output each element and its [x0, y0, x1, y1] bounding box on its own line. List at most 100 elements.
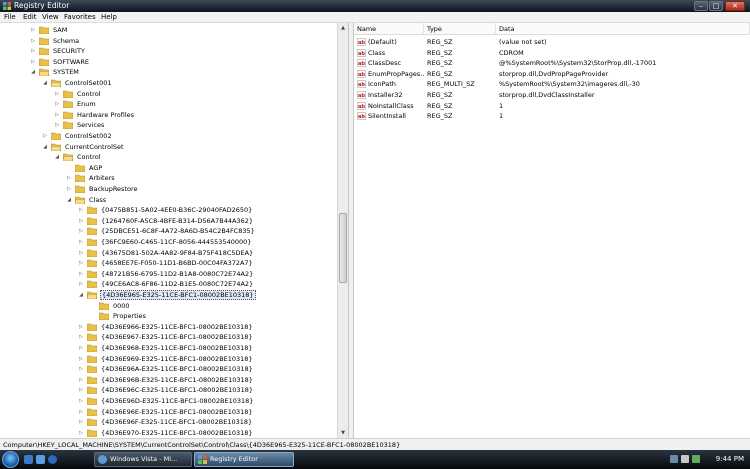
maximize-button[interactable]: □	[709, 1, 723, 11]
collapse-icon[interactable]: ◢	[54, 154, 60, 160]
expand-icon[interactable]: ▷	[30, 48, 36, 54]
tree-scrollbar[interactable]: ▲ ▼	[337, 23, 348, 438]
menu-view[interactable]: View	[42, 13, 59, 22]
expand-icon[interactable]: ▷	[78, 271, 84, 277]
volume-icon[interactable]	[681, 455, 689, 463]
expand-icon[interactable]: ▷	[30, 27, 36, 33]
switch-windows-icon[interactable]	[36, 455, 45, 464]
tree-item-label: Arbiters	[89, 174, 115, 183]
string-value-icon: ab	[357, 101, 366, 110]
value-name: (Default)	[368, 38, 397, 46]
expand-icon[interactable]: ▷	[54, 122, 60, 128]
collapse-icon[interactable]: ◢	[66, 197, 72, 203]
tree-item-label: {4D36E96C-E325-11CE-BFC1-08002BE10318}	[101, 386, 253, 395]
expand-icon[interactable]: ▷	[78, 366, 84, 372]
list-item[interactable]: ab (Default) REG_SZ (value not set)	[354, 37, 750, 47]
ie-icon[interactable]	[48, 455, 57, 464]
expand-icon[interactable]: ▷	[78, 398, 84, 404]
window-title: Registry Editor	[14, 1, 70, 10]
clock[interactable]: 9:44 PM	[716, 455, 744, 464]
expand-icon[interactable]: ▷	[66, 175, 72, 181]
folder-icon	[87, 281, 97, 289]
expand-icon[interactable]: ▷	[54, 101, 60, 107]
expand-icon[interactable]: ▷	[78, 409, 84, 415]
list-item[interactable]: ab NoInstallClass REG_SZ 1	[354, 101, 750, 111]
expand-icon[interactable]: ▷	[78, 419, 84, 425]
regedit-icon	[198, 455, 207, 464]
network-icon[interactable]	[670, 455, 678, 463]
expand-icon[interactable]: ▷	[78, 377, 84, 383]
folder-icon	[39, 47, 49, 56]
value-name: ClassDesc	[368, 59, 402, 68]
expand-icon[interactable]: ▷	[78, 281, 84, 287]
tree-item-label: SAM	[53, 26, 68, 34]
tree-item-label: {43675D81-502A-4A82-9F84-B75F418C5DEA}	[101, 248, 254, 257]
tree-item-label: CurrentControlSet	[65, 142, 124, 151]
tree-item-label: {4D36E96A-E325-11CE-BFC1-08002BE10318}	[101, 365, 253, 374]
security-icon[interactable]	[692, 455, 700, 463]
expand-icon[interactable]: ▷	[54, 91, 60, 97]
column-header-name[interactable]: Name	[354, 23, 424, 35]
taskbar-button-regedit[interactable]: Registry Editor	[194, 452, 294, 467]
tree-item-label: SOFTWARE	[53, 57, 89, 66]
folder-icon	[39, 58, 49, 66]
expand-icon[interactable]: ▷	[78, 387, 84, 393]
show-desktop-icon[interactable]	[24, 455, 33, 464]
column-header-type[interactable]: Type	[424, 23, 496, 35]
collapse-icon[interactable]: ◢	[42, 144, 48, 150]
expand-icon[interactable]: ▷	[30, 59, 36, 65]
list-item[interactable]: ab IconPath REG_MULTI_SZ %SystemRoot%\Syste…	[354, 79, 750, 89]
value-type: REG_SZ	[427, 48, 453, 57]
registry-tree[interactable]: ▷ SAM ▷ Schema ▷ SECURITY ▷ SOFTWARE ◢ SYSTEM ◢ Con…	[0, 23, 348, 438]
list-item[interactable]: ab ClassDesc REG_SZ @%SystemRoot%\System32\…	[354, 58, 750, 68]
value-name: SilentInstall	[368, 112, 406, 121]
collapse-icon[interactable]: ◢	[30, 69, 36, 75]
folder-icon	[75, 164, 85, 172]
tree-item-label: Services	[77, 121, 105, 130]
values-list[interactable]: Name Type Data ab (Default) REG_SZ (value n…	[354, 23, 750, 438]
scroll-thumb[interactable]	[339, 213, 347, 283]
expand-icon[interactable]: ▷	[78, 345, 84, 351]
expand-icon[interactable]: ▷	[78, 430, 84, 436]
value-type: REG_SZ	[427, 101, 453, 110]
expand-icon[interactable]: ▷	[66, 186, 72, 192]
column-header-data[interactable]: Data	[496, 23, 750, 35]
expand-icon[interactable]: ▷	[42, 133, 48, 139]
expand-icon[interactable]: ▷	[78, 324, 84, 330]
taskbar-button-browser[interactable]: Windows Vista - Mi...	[94, 452, 192, 467]
expand-icon[interactable]: ▷	[78, 207, 84, 213]
collapse-icon[interactable]: ◢	[42, 80, 48, 86]
expand-icon[interactable]: ▷	[78, 356, 84, 362]
folder-icon	[39, 37, 49, 45]
expand-icon[interactable]: ▷	[78, 239, 84, 245]
value-name: Installer32	[368, 91, 403, 99]
minimize-button[interactable]: –	[694, 1, 708, 11]
tree-item-label: Enum	[77, 100, 96, 109]
menu-edit[interactable]: Edit	[23, 13, 37, 22]
list-item[interactable]: ab SilentInstall REG_SZ 1	[354, 111, 750, 121]
folder-open-icon	[51, 79, 61, 87]
list-item[interactable]: ab Class REG_SZ CDROM	[354, 48, 750, 58]
list-item[interactable]: ab Installer32 REG_SZ storprop.dll,DvdClass…	[354, 90, 750, 100]
expand-icon[interactable]: ▷	[78, 250, 84, 256]
list-item[interactable]: ab EnumPropPages... REG_SZ storprop.dll,Dvd…	[354, 69, 750, 79]
scroll-down-icon[interactable]: ▼	[338, 428, 348, 438]
expand-icon[interactable]: ▷	[30, 38, 36, 44]
expand-icon[interactable]: ▷	[78, 334, 84, 340]
close-button[interactable]: ✕	[725, 1, 745, 11]
collapse-icon[interactable]: ◢	[78, 292, 84, 298]
menu-file[interactable]: File	[4, 13, 16, 22]
menu-help[interactable]: Help	[101, 13, 117, 22]
folder-icon	[87, 270, 97, 278]
tree-item-label: {49CE6AC8-6F86-11D2-B1E5-0080C72E74A2}	[101, 280, 254, 289]
tree-item-label: AGP	[89, 163, 103, 172]
value-data: @%SystemRoot%\System32\StorProp.dll,-170…	[499, 59, 657, 68]
expand-icon[interactable]: ▷	[78, 218, 84, 224]
scroll-up-icon[interactable]: ▲	[338, 23, 348, 33]
list-header: Name Type Data	[354, 23, 750, 35]
menu-favorites[interactable]: Favorites	[64, 13, 96, 22]
expand-icon[interactable]: ▷	[54, 112, 60, 118]
expand-icon[interactable]: ▷	[78, 260, 84, 266]
expand-icon[interactable]: ▷	[78, 228, 84, 234]
start-button[interactable]	[2, 451, 19, 468]
